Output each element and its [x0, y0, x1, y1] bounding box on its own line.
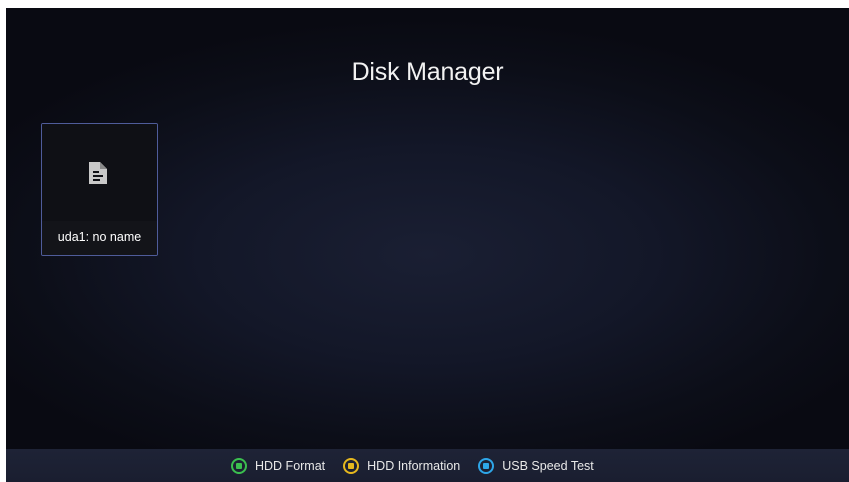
blue-key-dot [483, 462, 490, 469]
hdd-information-action[interactable]: HDD Information [343, 457, 461, 474]
disk-label: uda1: no name [57, 230, 142, 244]
usb-speed-test-label: USB Speed Test [502, 458, 594, 473]
disk-manager-screen: Disk Manager uda1: no name HDD Format HD… [6, 8, 849, 482]
hdd-information-label: HDD Information [367, 458, 461, 473]
footer-items: HDD Format HDD Information USB Speed Tes… [231, 449, 612, 482]
hdd-format-label: HDD Format [255, 458, 326, 473]
usb-speed-test-action[interactable]: USB Speed Test [478, 457, 594, 474]
disk-tile-label-area: uda1: no name [42, 221, 157, 255]
hdd-format-action[interactable]: HDD Format [231, 457, 326, 474]
disk-tile-icon-area [42, 124, 157, 221]
page-title: Disk Manager [351, 58, 504, 86]
yellow-key-dot [348, 462, 355, 469]
disk-tile-uda1[interactable]: uda1: no name [41, 123, 158, 256]
document-icon [89, 162, 107, 184]
green-key-icon [231, 457, 247, 474]
yellow-key-icon [343, 457, 360, 474]
green-key-dot [236, 462, 242, 469]
footer-bar: HDD Format HDD Information USB Speed Tes… [6, 449, 849, 482]
blue-key-icon [478, 457, 495, 474]
